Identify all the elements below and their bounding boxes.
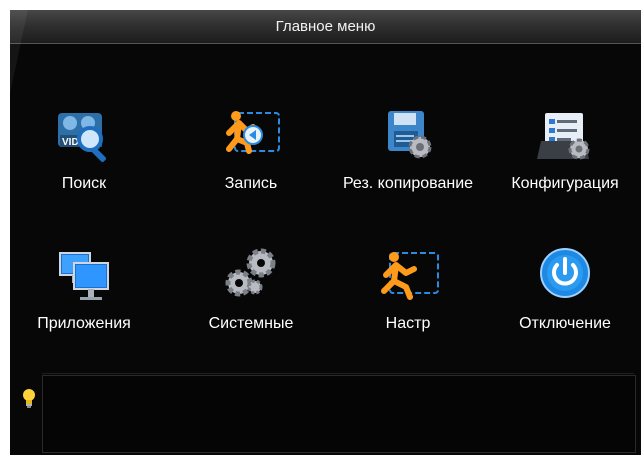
menu-item-label: Отключение <box>519 315 611 332</box>
main-menu-window: Главное меню VIDEO Поиск Запись <box>10 10 641 455</box>
menu-item-setup[interactable]: Настр <box>328 245 488 355</box>
menu-item-label: Запись <box>224 175 278 192</box>
menu-item-backup[interactable]: Рез. копирование <box>328 105 488 215</box>
config-checklist-icon <box>537 113 590 160</box>
divider <box>42 373 634 374</box>
video-search-icon: VIDEO <box>58 113 106 162</box>
menu-item-configuration[interactable]: Конфигурация <box>485 105 641 215</box>
menu-item-shutdown[interactable]: Отключение <box>485 245 641 355</box>
backup-disk-icon <box>388 111 432 159</box>
window-title: Главное меню <box>275 18 376 35</box>
title-bar: Главное меню <box>10 10 641 44</box>
menu-item-label: Рез. копирование <box>342 175 474 192</box>
glare-overlay <box>0 0 30 140</box>
menu-item-label: Поиск <box>61 175 107 192</box>
menu-item-record[interactable]: Запись <box>171 105 331 215</box>
lightbulb-icon <box>23 389 35 408</box>
monitors-icon <box>59 252 109 300</box>
menu-item-label: Настр <box>385 315 431 332</box>
gears-icon <box>225 248 276 297</box>
menu-item-search[interactable]: VIDEO Поиск <box>10 105 164 215</box>
menu-item-label: Приложения <box>37 315 131 332</box>
record-runner-icon <box>226 111 280 154</box>
setup-runner-icon <box>381 252 439 300</box>
hint-panel <box>42 375 636 453</box>
menu-item-label: Системные <box>208 315 294 332</box>
menu-item-applications[interactable]: Приложения <box>10 245 164 355</box>
menu-item-label: Конфигурация <box>511 175 619 192</box>
menu-item-system[interactable]: Системные <box>171 245 331 355</box>
power-icon <box>540 248 590 298</box>
